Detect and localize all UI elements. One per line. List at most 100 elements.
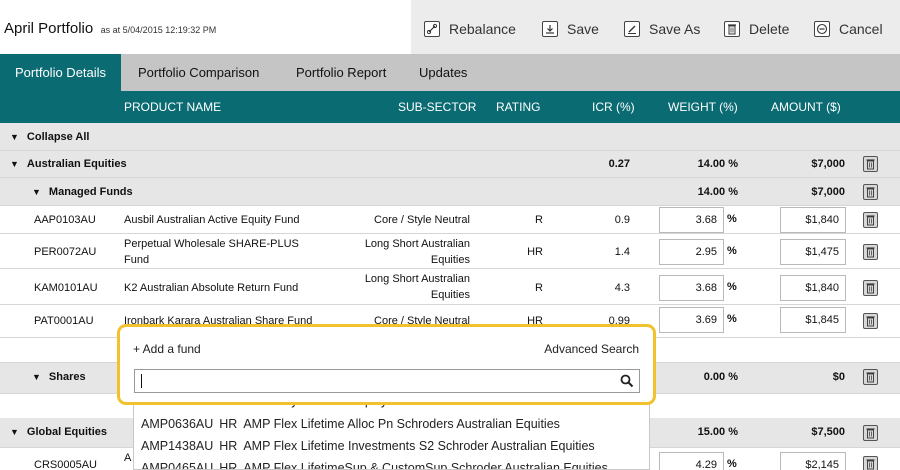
percent-sign: % [727, 213, 737, 225]
save-as-button[interactable]: Save As [624, 19, 700, 39]
fund-name[interactable]: A [124, 452, 131, 464]
col-rating[interactable]: RATING [496, 100, 540, 114]
percent-sign: % [727, 313, 737, 325]
search-icon[interactable] [620, 374, 634, 393]
tab-bar: Portfolio Details Portfolio Comparison P… [0, 54, 900, 91]
amount-input[interactable]: $1,840 [780, 275, 846, 301]
table-row: PER0072AU Perpetual Wholesale SHARE-PLUS… [0, 234, 900, 269]
fund-search-input[interactable] [134, 369, 640, 393]
col-sub-sector[interactable]: SUB-SECTOR [398, 100, 476, 114]
fund-sub-sector: Long Short Australian Equities [364, 238, 470, 266]
suggestion-code: AMP0465AU [141, 461, 214, 470]
fund-name[interactable]: Perpetual Wholesale SHARE-PLUS Fund [124, 236, 324, 268]
fund-sub-sector: Core / Style Neutral [374, 214, 470, 226]
suggestion-rating: HR [219, 461, 238, 470]
toolbar: Rebalance Save Save As Delete Cancel [411, 0, 900, 54]
fund-suggestion-list: ETL0060AUHRAllan Gray Australia Equity F… [133, 398, 650, 470]
suggestion-name: AMP Flex LifetimeSup & CustomSup Schrode… [243, 461, 608, 470]
subgroup-toggle[interactable]: ▼ Shares [32, 371, 86, 383]
weight-input[interactable]: 3.68 [659, 207, 724, 233]
suggestion-name: AMP Flex Lifetime Alloc Pn Schroders Aus… [243, 417, 560, 431]
trash-icon[interactable] [863, 313, 878, 329]
amount-input[interactable]: $1,475 [780, 239, 846, 265]
advanced-search-link[interactable]: Advanced Search [544, 342, 639, 356]
collapse-all[interactable]: ▼ Collapse All [10, 131, 89, 143]
group-amount: $7,000 [811, 158, 845, 170]
fund-icr: 4.3 [614, 282, 630, 294]
trash-icon[interactable] [863, 280, 878, 296]
table-row: KAM0101AU K2 Australian Absolute Return … [0, 269, 900, 305]
cancel-icon [814, 21, 830, 37]
delete-label: Delete [749, 21, 790, 37]
suggestion-rating: HR [219, 417, 238, 431]
tab-portfolio-details[interactable]: Portfolio Details [0, 54, 122, 91]
group-weight: 14.00 % [697, 158, 738, 170]
weight-input[interactable]: 3.68 [659, 275, 724, 301]
subgroup-weight: 0.00 % [703, 371, 738, 383]
amount-input[interactable]: $1,840 [780, 207, 846, 233]
fund-icr: 0.9 [614, 214, 630, 226]
col-icr[interactable]: ICR (%) [592, 100, 635, 114]
suggestion-item[interactable]: AMP1438AU HR AMP Flex Lifetime Investments… [141, 439, 595, 453]
suggestion-code: AMP1438AU [141, 439, 214, 453]
tab-portfolio-report[interactable]: Portfolio Report [296, 54, 386, 91]
fund-sub-sector: Long Short Australian Equities [364, 273, 470, 301]
trash-icon[interactable] [863, 244, 878, 260]
subgroup-amount: $7,000 [811, 186, 845, 198]
suggestion-item[interactable]: AMP0465AU HR AMP Flex LifetimeSup & Custom… [141, 461, 608, 470]
percent-sign: % [727, 245, 737, 257]
add-fund-link[interactable]: + Add a fund [133, 342, 201, 356]
fund-code: PER0072AU [34, 246, 97, 258]
collapse-triangle-icon: ▼ [32, 372, 41, 382]
fund-icr: 1.4 [614, 246, 630, 258]
tab-portfolio-comparison[interactable]: Portfolio Comparison [138, 54, 259, 91]
collapse-triangle-icon: ▼ [10, 427, 19, 437]
delete-icon [724, 21, 740, 37]
save-as-label: Save As [649, 21, 701, 37]
group-toggle[interactable]: ▼ Australian Equities [10, 158, 127, 170]
trash-icon[interactable] [863, 156, 878, 172]
percent-sign: % [727, 281, 737, 293]
rebalance-label: Rebalance [449, 21, 516, 37]
group-weight: 15.00 % [697, 426, 738, 438]
amount-input[interactable]: $2,145 [780, 452, 846, 470]
group-row-australian-equities: ▼ Australian Equities 0.27 14.00 % $7,000 [0, 151, 900, 178]
fund-name[interactable]: Ausbil Australian Active Equity Fund [124, 214, 299, 226]
fund-code: PAT0001AU [34, 315, 94, 327]
trash-icon[interactable] [863, 369, 878, 385]
portfolio-name: April Portfolio [4, 20, 94, 37]
save-as-icon [624, 21, 640, 37]
save-icon [542, 21, 558, 37]
fund-rating: HR [527, 246, 543, 258]
group-toggle[interactable]: ▼ Global Equities [10, 426, 107, 438]
suggestion-rating: HR [219, 439, 238, 453]
fund-rating: R [535, 282, 543, 294]
tab-updates[interactable]: Updates [419, 54, 467, 91]
subgroup-toggle[interactable]: ▼ Managed Funds [32, 186, 133, 198]
weight-input[interactable]: 4.29 [659, 452, 724, 470]
amount-input[interactable]: $1,845 [780, 307, 846, 333]
col-weight[interactable]: WEIGHT (%) [668, 100, 738, 114]
suggestion-item[interactable]: AMP0636AU HR AMP Flex Lifetime Alloc Pn Sc… [141, 417, 560, 431]
rebalance-icon [424, 21, 440, 37]
delete-button[interactable]: Delete [724, 19, 789, 39]
save-button[interactable]: Save [542, 19, 599, 39]
rebalance-button[interactable]: Rebalance [424, 19, 516, 39]
collapse-triangle-icon: ▼ [10, 132, 19, 142]
fund-code: KAM0101AU [34, 282, 98, 294]
col-amount[interactable]: AMOUNT ($) [771, 100, 841, 114]
fund-name[interactable]: K2 Australian Absolute Return Fund [124, 282, 298, 294]
weight-input[interactable]: 3.69 [659, 307, 724, 333]
weight-input[interactable]: 2.95 [659, 239, 724, 265]
trash-icon[interactable] [863, 184, 878, 200]
suggestion-name: AMP Flex Lifetime Investments S2 Schrode… [243, 439, 595, 453]
col-product-name[interactable]: PRODUCT NAME [124, 100, 221, 114]
trash-icon[interactable] [863, 425, 878, 441]
portfolio-timestamp: as at 5/04/2015 12:19:32 PM [100, 25, 217, 35]
trash-icon[interactable] [863, 212, 878, 228]
trash-icon[interactable] [863, 456, 878, 470]
cancel-label: Cancel [839, 21, 883, 37]
collapse-all-row[interactable]: ▼ Collapse All [0, 123, 900, 151]
table-row: AAP0103AU Ausbil Australian Active Equit… [0, 206, 900, 234]
cancel-button[interactable]: Cancel [814, 19, 883, 39]
